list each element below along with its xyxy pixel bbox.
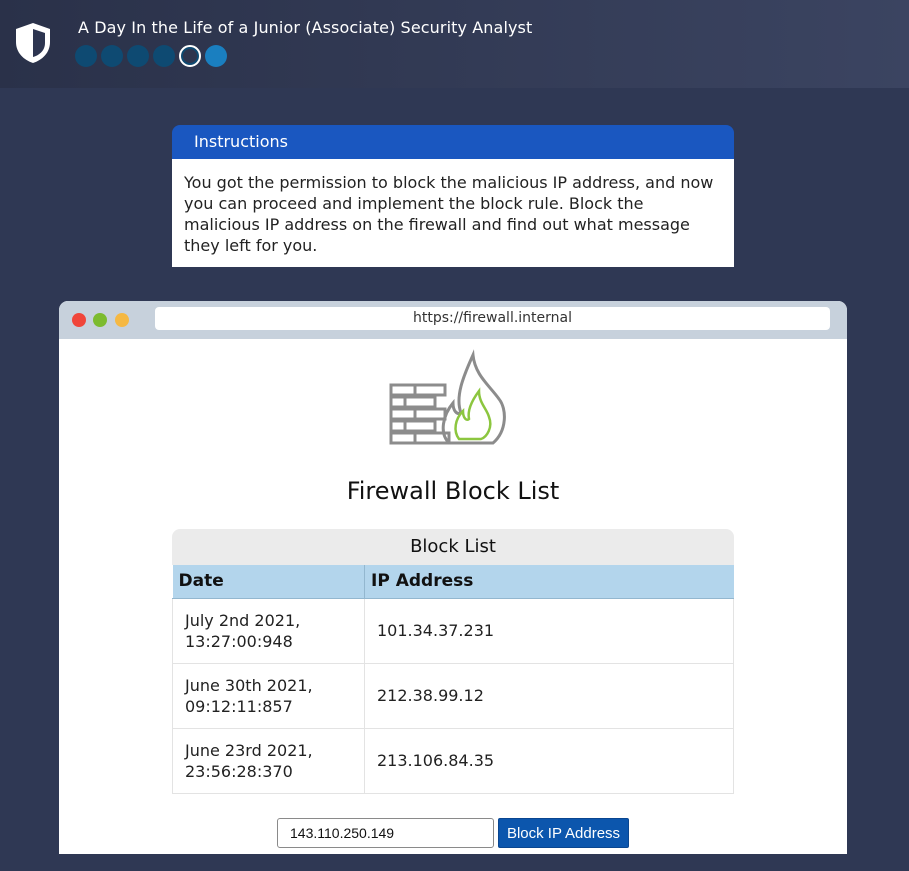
block-ip-button[interactable]: Block IP Address xyxy=(498,818,629,848)
instructions-panel: Instructions You got the permission to b… xyxy=(172,125,734,267)
table-header-row: Date IP Address xyxy=(172,565,734,599)
shield-icon xyxy=(16,23,50,63)
ip-cell: 101.34.37.231 xyxy=(364,597,734,664)
block-list-table: Block List Date IP Address July 2nd 2021… xyxy=(172,529,734,794)
close-window-dot xyxy=(72,313,86,327)
progress-steps xyxy=(75,45,227,67)
top-bar: A Day In the Life of a Junior (Associate… xyxy=(0,0,909,88)
progress-step-5-current xyxy=(179,45,201,67)
date-line: June 30th 2021, xyxy=(185,675,313,695)
browser-chrome: https://firewall.internal xyxy=(59,301,847,339)
ip-cell: 213.106.84.35 xyxy=(364,727,734,794)
date-line: June 23rd 2021, xyxy=(185,740,313,760)
progress-step-1 xyxy=(75,45,97,67)
instructions-body: You got the permission to block the mali… xyxy=(172,159,734,267)
time-line: 23:56:28:370 xyxy=(185,761,293,781)
browser-window: https://firewall.internal Firewall Block… xyxy=(59,301,847,854)
time-line: 09:12:11:857 xyxy=(185,696,293,716)
date-line: July 2nd 2021, xyxy=(185,610,301,630)
date-cell: June 30th 2021, 09:12:11:857 xyxy=(172,662,365,729)
progress-step-3 xyxy=(127,45,149,67)
date-cell: June 23rd 2021, 23:56:28:370 xyxy=(172,727,365,794)
column-header-ip: IP Address xyxy=(364,565,734,599)
date-cell: July 2nd 2021, 13:27:00:948 xyxy=(172,597,365,664)
maximize-window-dot xyxy=(93,313,107,327)
ip-cell: 212.38.99.12 xyxy=(364,662,734,729)
table-caption: Block List xyxy=(172,529,734,565)
instructions-heading: Instructions xyxy=(172,125,734,159)
table-row: June 23rd 2021, 23:56:28:370 213.106.84.… xyxy=(172,727,734,794)
firewall-fire-icon xyxy=(389,349,506,445)
progress-step-4 xyxy=(153,45,175,67)
minimize-window-dot xyxy=(115,313,129,327)
progress-step-2 xyxy=(101,45,123,67)
url-bar[interactable]: https://firewall.internal xyxy=(155,307,830,330)
ip-address-input[interactable] xyxy=(277,818,494,848)
app-title: A Day In the Life of a Junior (Associate… xyxy=(78,18,533,37)
table-row: July 2nd 2021, 13:27:00:948 101.34.37.23… xyxy=(172,597,734,664)
column-header-date: Date xyxy=(172,565,365,599)
progress-step-6 xyxy=(205,45,227,67)
page-title: Firewall Block List xyxy=(346,477,560,505)
time-line: 13:27:00:948 xyxy=(185,631,293,651)
table-row: June 30th 2021, 09:12:11:857 212.38.99.1… xyxy=(172,662,734,729)
